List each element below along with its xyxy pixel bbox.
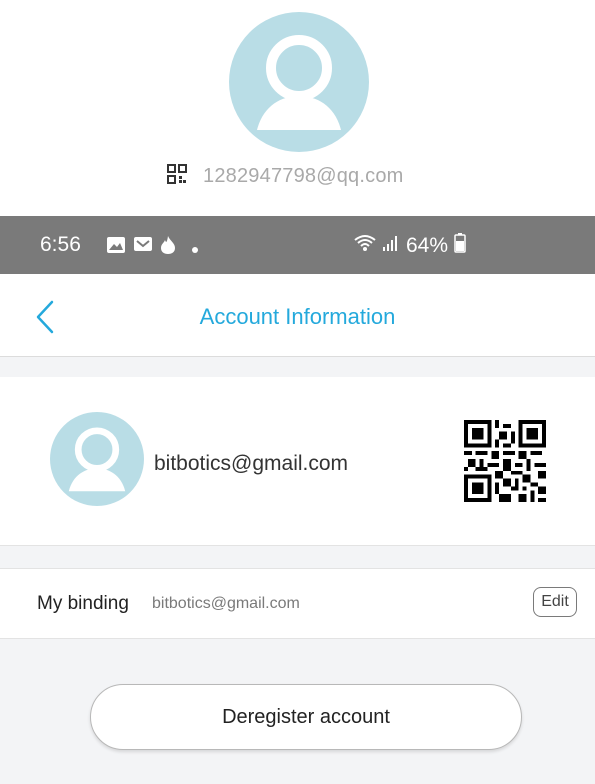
section-divider (0, 357, 595, 377)
previous-screen-fragment: 1282947798@qq.com (0, 0, 595, 216)
battery-percent: 64% (406, 234, 449, 257)
binding-row: My binding bitbotics@gmail.com Edit (0, 569, 595, 639)
qr-code-icon (167, 163, 187, 189)
status-time: 6:56 (40, 233, 81, 256)
binding-label: My binding (37, 593, 129, 614)
profile-email: bitbotics@gmail.com (154, 452, 349, 475)
edit-button[interactable]: Edit (533, 587, 577, 617)
section-divider (0, 545, 595, 569)
battery-icon (454, 233, 466, 259)
status-right: 64% (354, 233, 466, 259)
nav-bar: Account Information (0, 274, 595, 357)
page-title: Account Information (199, 304, 396, 329)
status-bar: 6:56 64% (0, 216, 595, 274)
profile-card: bitbotics@gmail.com (0, 377, 595, 545)
qr-code-icon[interactable] (464, 420, 546, 502)
user-id-text: 1282947798@qq.com (203, 164, 404, 187)
message-icon (133, 236, 153, 260)
user-id-row: 1282947798@qq.com (167, 163, 404, 189)
user-avatar-icon (229, 12, 369, 152)
actions-area: Deregister account (0, 639, 595, 784)
gallery-icon (106, 236, 126, 260)
tinder-flame-icon (160, 235, 176, 261)
binding-value: bitbotics@gmail.com (152, 595, 300, 612)
deregister-button[interactable]: Deregister account (90, 684, 522, 750)
signal-icon (382, 234, 400, 258)
wifi-icon (354, 234, 376, 258)
dot-icon (191, 236, 199, 260)
notification-icons (106, 235, 199, 261)
user-avatar-icon[interactable] (50, 412, 144, 506)
